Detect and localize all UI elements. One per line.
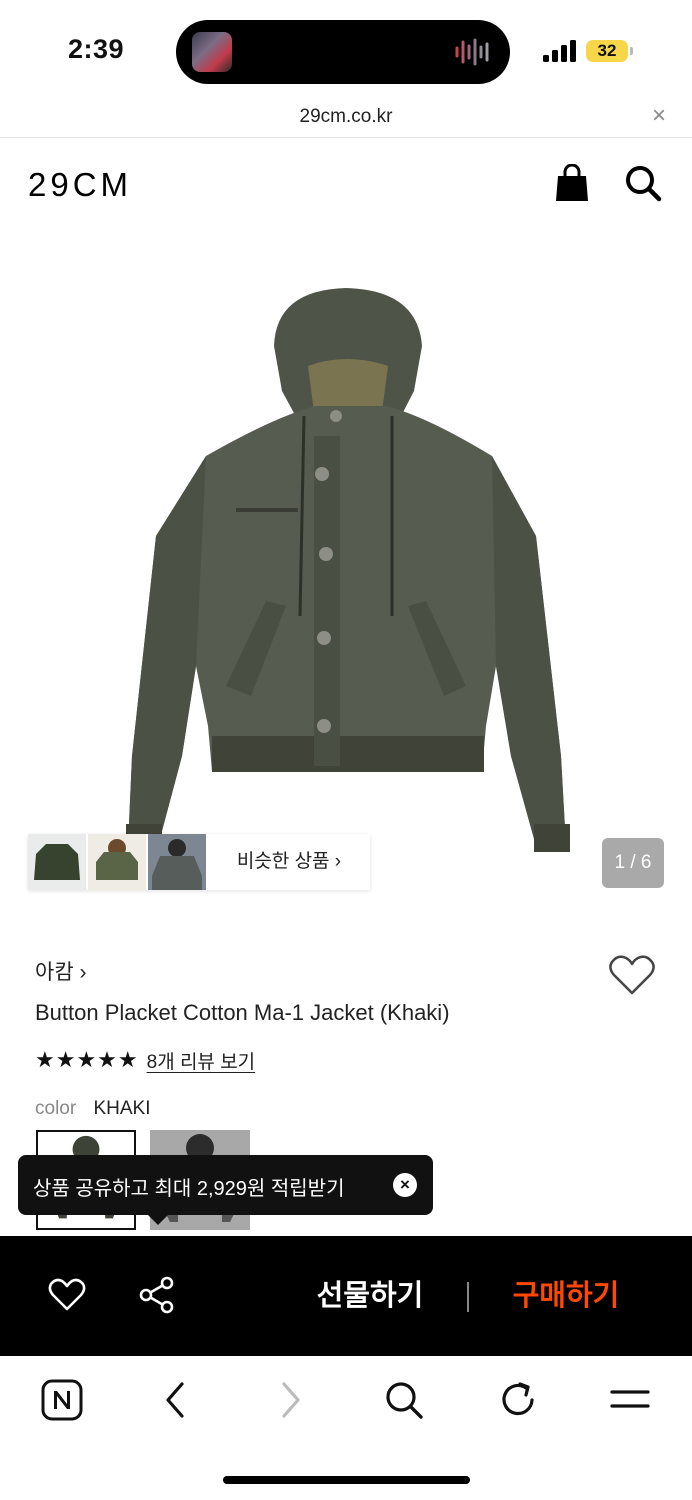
audio-waveform-icon xyxy=(455,38,489,66)
browser-toolbar xyxy=(0,1356,692,1500)
similar-product-thumbnail[interactable] xyxy=(148,834,206,890)
naver-home-icon[interactable] xyxy=(40,1378,84,1422)
clock: 2:39 xyxy=(68,34,125,64)
purchase-bar: 선물하기 구매하기 xyxy=(0,1236,692,1356)
share-reward-toast: 상품 공유하고 최대 2,929원 적립받기 × xyxy=(18,1155,433,1225)
battery-indicator: 32 xyxy=(586,40,633,62)
similar-product-thumbnail[interactable] xyxy=(88,834,146,890)
rating-row: ★★★★★ 8개 리뷰 보기 xyxy=(35,1046,255,1074)
buy-button[interactable]: 구매하기 xyxy=(486,1274,646,1318)
site-header: 29CM xyxy=(0,138,692,234)
search-icon[interactable] xyxy=(624,164,662,202)
dynamic-island[interactable] xyxy=(176,20,510,84)
search-icon[interactable] xyxy=(382,1378,426,1422)
heart-icon[interactable] xyxy=(48,1278,86,1312)
shopping-bag-icon[interactable] xyxy=(554,164,590,202)
reload-icon[interactable] xyxy=(496,1378,540,1422)
close-icon[interactable]: × xyxy=(393,1173,417,1197)
close-icon[interactable]: × xyxy=(652,104,666,128)
color-row: color KHAKI xyxy=(35,1098,151,1120)
toast-message: 상품 공유하고 최대 2,929원 적립받기 xyxy=(33,1178,345,1200)
similar-product-thumbnail[interactable] xyxy=(28,834,86,890)
back-icon[interactable] xyxy=(154,1378,198,1422)
now-playing-artwork xyxy=(192,32,232,72)
home-indicator xyxy=(223,1476,470,1484)
divider xyxy=(467,1282,469,1312)
gift-button[interactable]: 선물하기 xyxy=(290,1274,450,1318)
product-image xyxy=(126,288,570,852)
forward-icon[interactable] xyxy=(268,1378,312,1422)
brand-link[interactable]: 아캄 › xyxy=(35,956,86,986)
share-icon[interactable] xyxy=(138,1276,176,1314)
color-label: color xyxy=(35,1098,77,1119)
site-logo[interactable]: 29CM xyxy=(28,166,132,204)
similar-products-link[interactable]: 비슷한 상품 › xyxy=(208,834,370,890)
star-rating: ★★★★★ xyxy=(35,1047,139,1072)
review-link[interactable]: 8개 리뷰 보기 xyxy=(147,1047,256,1074)
menu-icon[interactable] xyxy=(608,1378,652,1422)
url-text[interactable]: 29cm.co.kr xyxy=(0,106,692,128)
cellular-signal-icon xyxy=(543,40,576,62)
product-image-gallery[interactable]: 비슷한 상품 › 1 / 6 xyxy=(0,234,692,924)
status-bar: 2:39 32 xyxy=(0,0,692,100)
product-title: Button Placket Cotton Ma-1 Jacket (Khaki… xyxy=(35,1000,450,1025)
similar-products-strip[interactable]: 비슷한 상품 › xyxy=(28,834,370,890)
image-page-counter: 1 / 6 xyxy=(602,838,664,888)
color-value: KHAKI xyxy=(93,1098,151,1119)
url-bar[interactable]: 29cm.co.kr × xyxy=(0,100,692,138)
heart-icon[interactable] xyxy=(608,954,656,996)
